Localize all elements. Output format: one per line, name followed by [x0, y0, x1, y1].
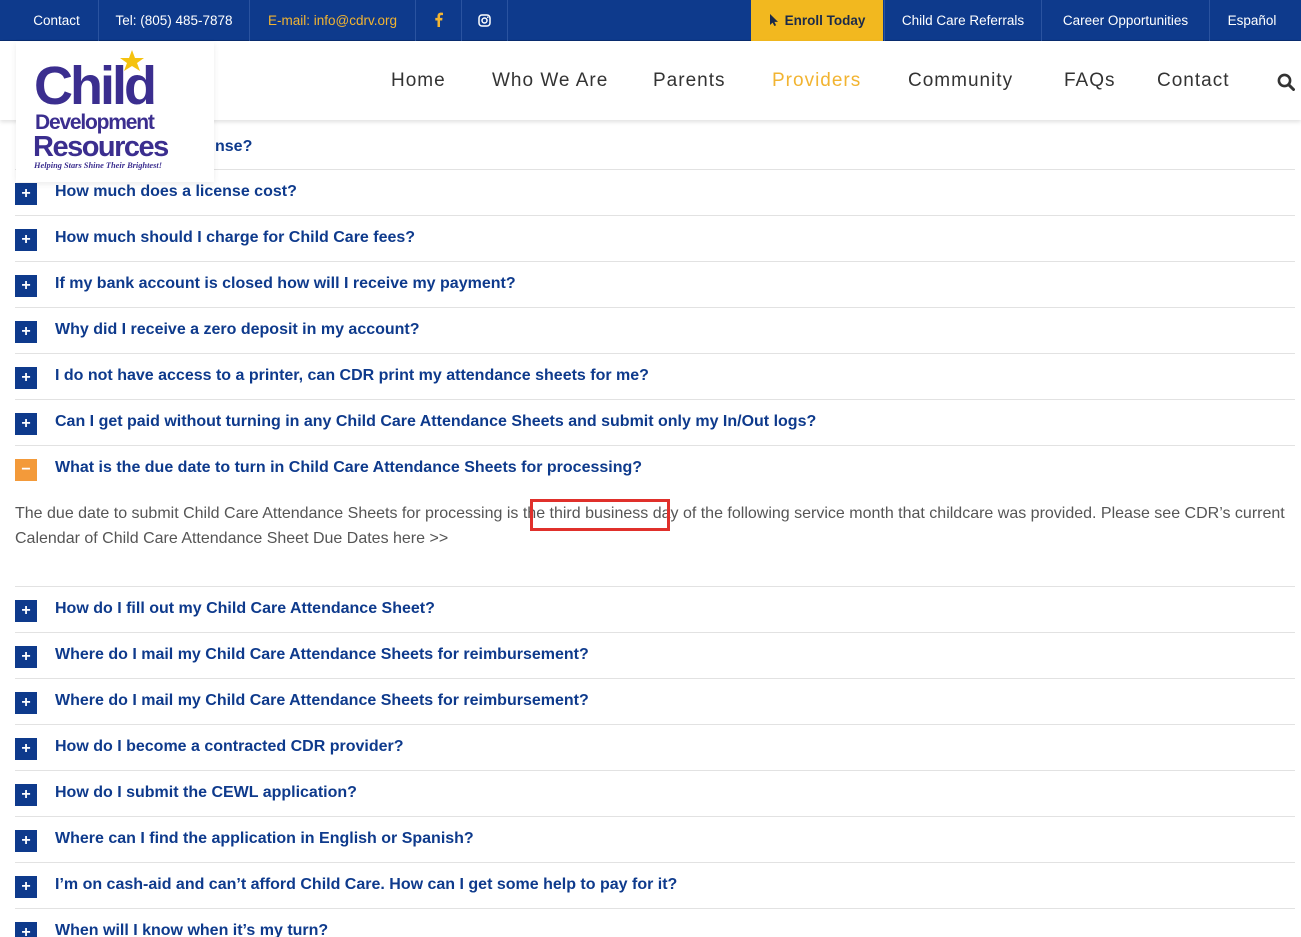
minus-icon[interactable]: −	[15, 459, 37, 481]
plus-icon[interactable]: +	[15, 922, 37, 937]
espanol-link[interactable]: Español	[1210, 0, 1294, 41]
nav-parents[interactable]: Parents	[653, 70, 725, 92]
faq-question[interactable]: If my bank account is closed how will I …	[55, 275, 516, 293]
faq-item[interactable]: + How much should I charge for Child Car…	[15, 216, 1295, 262]
logo-tagline: Helping Stars Shine Their Brightest!	[33, 161, 162, 170]
nav-home[interactable]: Home	[391, 70, 446, 92]
logo-line3: Resources	[33, 131, 168, 163]
faq-question[interactable]: Where do I mail my Child Care Attendance…	[55, 646, 589, 664]
faq-question[interactable]: How do I fill out my Child Care Attendan…	[55, 600, 435, 618]
site-logo[interactable]: Child Development Resources Helping Star…	[16, 42, 214, 182]
faq-item[interactable]: + If my bank account is closed how will …	[15, 262, 1295, 308]
plus-icon[interactable]: +	[15, 646, 37, 668]
plus-icon[interactable]: +	[15, 229, 37, 251]
top-bar: Contact Tel: (805) 485-7878 E-mail: info…	[0, 0, 1301, 41]
plus-icon[interactable]: +	[15, 784, 37, 806]
faq-question[interactable]: What is the due date to turn in Child Ca…	[55, 459, 642, 477]
faq-item[interactable]: + Where can I find the application in En…	[15, 817, 1295, 863]
faq-item[interactable]: + Where do I mail my Child Care Attendan…	[15, 633, 1295, 679]
plus-icon[interactable]: +	[15, 321, 37, 343]
enroll-today-label: Enroll Today	[784, 13, 866, 28]
faq-question[interactable]: When will I know when it’s my turn?	[55, 922, 328, 937]
faq-question[interactable]: Where can I find the application in Engl…	[55, 830, 474, 848]
search-icon[interactable]	[1277, 73, 1295, 91]
topbar-email-link[interactable]: E-mail: info@cdrv.org	[250, 0, 416, 41]
plus-icon[interactable]: +	[15, 367, 37, 389]
child-care-referrals-link[interactable]: Child Care Referrals	[884, 0, 1042, 41]
enroll-today-button[interactable]: Enroll Today	[751, 0, 883, 41]
faq-item[interactable]: + Where do I mail my Child Care Attendan…	[15, 679, 1295, 725]
cursor-icon	[769, 14, 778, 26]
faq-item-expanded[interactable]: − What is the due date to turn in Child …	[15, 446, 1295, 492]
faq-question[interactable]: Can I get paid without turning in any Ch…	[55, 413, 816, 431]
topbar-phone-link[interactable]: Tel: (805) 485-7878	[99, 0, 250, 41]
faq-item[interactable]: + When will I know when it’s my turn?	[15, 909, 1295, 937]
nav-contact[interactable]: Contact	[1157, 70, 1229, 92]
faq-question[interactable]: How do I submit the CEWL application?	[55, 784, 357, 802]
topbar-contact-link[interactable]: Contact	[15, 0, 99, 41]
faq-question[interactable]: I’m on cash-aid and can’t afford Child C…	[55, 876, 677, 894]
faq-item[interactable]: + Why did I receive a zero deposit in my…	[15, 308, 1295, 354]
faq-question[interactable]: Where do I mail my Child Care Attendance…	[55, 692, 589, 710]
instagram-icon[interactable]	[462, 0, 508, 41]
plus-icon[interactable]: +	[15, 183, 37, 205]
faq-question[interactable]: How do I become a contracted CDR provide…	[55, 738, 404, 756]
faq-question[interactable]: I do not have access to a printer, can C…	[55, 367, 649, 385]
faq-question[interactable]: How much should I charge for Child Care …	[55, 229, 415, 247]
highlight-box	[530, 499, 670, 531]
plus-icon[interactable]: +	[15, 692, 37, 714]
nav-community[interactable]: Community	[908, 70, 1013, 92]
faq-question-partial: nse?	[215, 138, 253, 155]
faq-question[interactable]: How much does a license cost?	[55, 183, 297, 201]
career-opportunities-link[interactable]: Career Opportunities	[1042, 0, 1210, 41]
nav-faqs[interactable]: FAQs	[1064, 70, 1116, 92]
faq-question[interactable]: Why did I receive a zero deposit in my a…	[55, 321, 420, 339]
faq-item[interactable]: + I do not have access to a printer, can…	[15, 354, 1295, 400]
faq-item[interactable]: + Can I get paid without turning in any …	[15, 400, 1295, 446]
plus-icon[interactable]: +	[15, 275, 37, 297]
nav-who-we-are[interactable]: Who We Are	[492, 70, 608, 92]
faq-item[interactable]: + How do I fill out my Child Care Attend…	[15, 587, 1295, 633]
faq-item[interactable]: + I’m on cash-aid and can’t afford Child…	[15, 863, 1295, 909]
facebook-icon[interactable]	[416, 0, 462, 41]
plus-icon[interactable]: +	[15, 876, 37, 898]
plus-icon[interactable]: +	[15, 738, 37, 760]
nav-providers[interactable]: Providers	[772, 70, 861, 92]
faq-item[interactable]: + How do I become a contracted CDR provi…	[15, 725, 1295, 771]
plus-icon[interactable]: +	[15, 830, 37, 852]
plus-icon[interactable]: +	[15, 600, 37, 622]
plus-icon[interactable]: +	[15, 413, 37, 435]
faq-item[interactable]: + How do I submit the CEWL application?	[15, 771, 1295, 817]
